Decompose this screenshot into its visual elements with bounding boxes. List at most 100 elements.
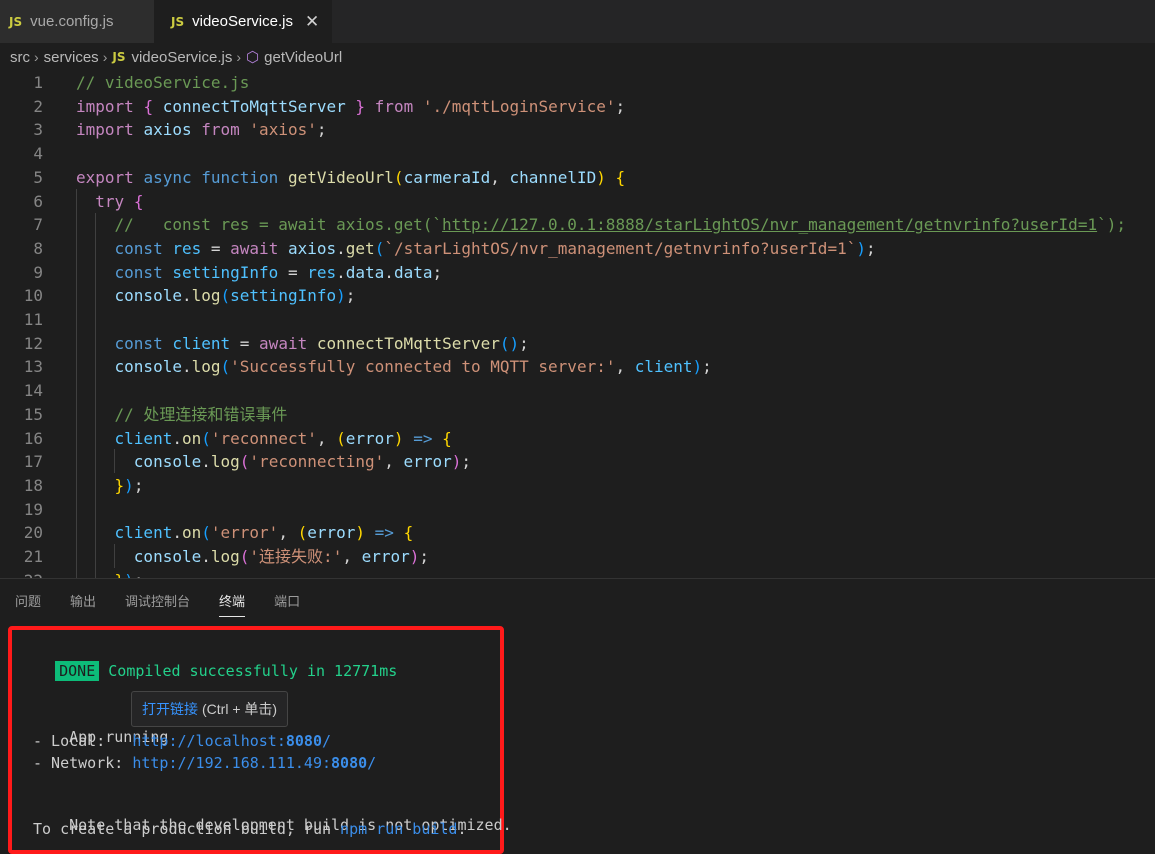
code-token: ; [432,262,443,282]
code-token: `); [1097,215,1126,235]
code-token: . [172,428,182,448]
code-token: { [143,96,154,116]
breadcrumb-services[interactable]: services [44,49,99,66]
code-token: ( [239,452,250,472]
code-line[interactable]: 22 }); [0,569,1155,578]
code-token: '连接失败:' [249,547,343,566]
code-token: ; [345,286,356,306]
code-token: , [316,428,337,448]
code-line[interactable]: 13 console.log('Successfully connected t… [0,355,1155,379]
code-token: ( [220,357,231,377]
code-line[interactable]: 1 // videoService.js [0,71,1155,95]
tab-ports[interactable]: 端口 [274,591,300,610]
line-number: 15 [23,404,43,424]
code-token: function [201,167,279,187]
terminal-line: - Network: http://192.168.111.49:8080/ [33,754,376,772]
line-number: 19 [23,499,43,519]
close-icon[interactable]: ✕ [305,12,319,32]
code-token: . [201,452,211,472]
line-number: 5 [33,167,43,187]
code-line[interactable]: 6 try { [0,190,1155,214]
code-token: , [490,167,510,187]
code-line[interactable]: 5 export async function getVideoUrl(carme… [0,166,1155,190]
code-text: import axios from 'axios'; [76,118,327,142]
javascript-file-icon: JS [112,50,126,64]
breadcrumb-src[interactable]: src [10,49,30,66]
code-token: , [615,357,635,377]
code-token: res [172,238,202,258]
open-link-action[interactable]: 打开链接 [142,699,198,719]
code-line[interactable]: 7 // const res = await axios.get(`http:/… [0,213,1155,237]
code-token: const [114,333,163,353]
code-token: get [345,238,375,258]
code-token: . [201,547,211,566]
code-line[interactable]: 16 client.on('reconnect', (error) => { [0,427,1155,451]
code-token: http://127.0.0.1:8888/starLightOS/nvr_ma… [442,215,1098,235]
code-line[interactable]: 8 const res = await axios.get(`/starLigh… [0,237,1155,261]
code-text: const res = await axios.get(`/starLightO… [76,237,876,261]
code-line[interactable]: 19 [0,498,1155,522]
local-url-link[interactable]: http://localhost:8080/ [132,732,331,750]
code-editor[interactable]: 1 // videoService.js 2 import { connectToMq… [0,71,1155,578]
line-number: 13 [23,357,43,377]
line-number: 16 [23,428,43,448]
code-token: error [345,428,394,448]
code-token: ( [201,523,211,543]
tab-vue-config[interactable]: JS vue.config.js [0,0,154,43]
tab-debug-console[interactable]: 调试控制台 [125,591,190,610]
code-line[interactable]: 2 import { connectToMqttServer } from './… [0,95,1155,119]
code-token: 'error' [210,523,279,543]
line-number: 6 [33,191,43,211]
code-text: export async function getVideoUrl(carmer… [76,166,625,190]
code-token: log [191,286,221,306]
code-line[interactable]: 20 client.on('error', (error) => { [0,521,1155,545]
code-token: // videoService.js [76,73,250,92]
code-token: connectToMqttServer [316,333,500,353]
code-line[interactable]: 18 }); [0,474,1155,498]
code-token: ( [374,238,385,258]
code-token: data [393,262,433,282]
breadcrumb-file[interactable]: videoService.js [131,49,232,66]
line-number: 21 [23,547,43,566]
code-token: ( [220,286,231,306]
code-token: ) [355,523,366,543]
editor-tab-bar: JS vue.config.js JS videoService.js ✕ [0,0,1155,43]
code-token: ; [133,475,144,495]
code-token: , [342,547,362,566]
terminal-line: DONE Compiled successfully in 12771ms [19,644,397,698]
code-line[interactable]: 10 console.log(settingInfo); [0,284,1155,308]
line-number: 18 [23,475,43,495]
code-line[interactable]: 9 const settingInfo = res.data.data; [0,261,1155,285]
code-line[interactable]: 3 import axios from 'axios'; [0,118,1155,142]
code-text: const client = await connectToMqttServer… [76,332,529,356]
code-token: () [499,333,520,353]
code-line[interactable]: 15 // 处理连接和错误事件 [0,403,1155,427]
code-token: { [615,167,626,187]
compiled-message: Compiled successfully in 12771ms [108,662,398,680]
tab-output[interactable]: 输出 [70,591,96,610]
code-text: import { connectToMqttServer } from './m… [76,95,625,119]
code-line[interactable]: 17 console.log('reconnecting', error); [0,450,1155,474]
tab-video-service[interactable]: JS videoService.js ✕ [154,0,332,43]
line-number: 17 [23,452,43,472]
network-url-link[interactable]: http://192.168.111.49:8080/ [132,754,376,772]
code-line[interactable]: 14 [0,379,1155,403]
code-line[interactable]: 12 const client = await connectToMqttSer… [0,332,1155,356]
tab-terminal[interactable]: 终端 [219,591,246,617]
code-line[interactable]: 11 [0,308,1155,332]
code-line[interactable]: 4 [0,142,1155,166]
breadcrumb-symbol[interactable]: getVideoUrl [264,49,342,66]
code-token: await [230,238,279,258]
code-line[interactable]: 21 console.log('连接失败:', error); [0,545,1155,569]
tab-problems[interactable]: 问题 [15,591,41,610]
method-cube-icon: ⬡ [246,49,260,66]
code-token: ( [297,523,308,543]
code-token: => [413,428,433,448]
